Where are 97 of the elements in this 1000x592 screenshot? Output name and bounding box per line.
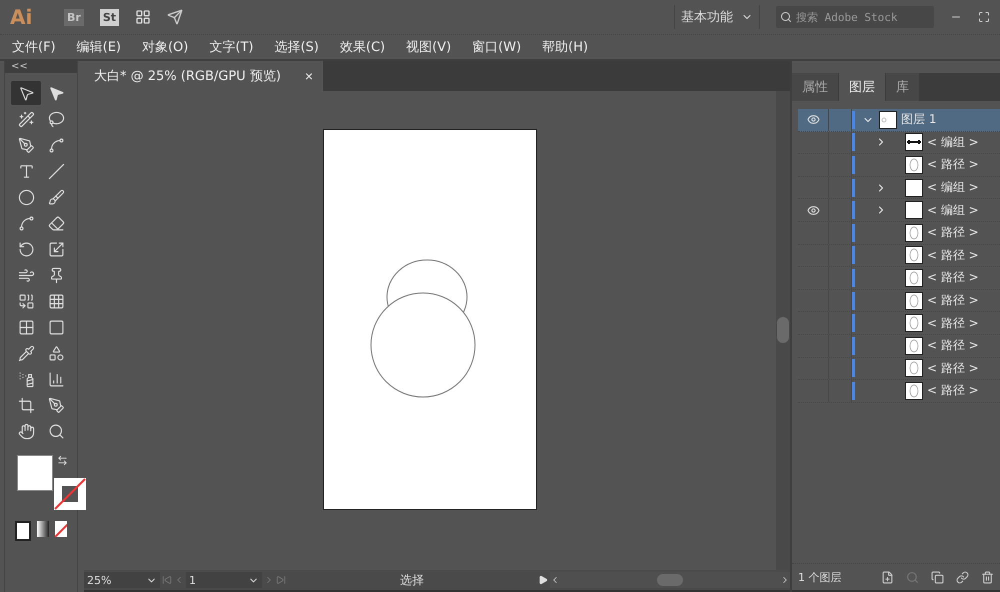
app-icon[interactable]: St (100, 8, 119, 26)
maximize-icon[interactable] (978, 11, 990, 23)
layer-thumbnail (905, 156, 923, 174)
collapse-button[interactable]: << (5, 61, 77, 73)
panel-tab[interactable]: 图层 (839, 73, 886, 101)
scrollbar-thumb[interactable] (777, 317, 789, 343)
spray-can-icon (18, 370, 34, 388)
swap-icon[interactable] (57, 455, 68, 466)
shapes-icon (48, 344, 64, 362)
layer-name[interactable]: < 路径 > (927, 224, 979, 242)
pointer-icon (48, 84, 64, 102)
link-icon[interactable] (956, 570, 969, 584)
close-button[interactable]: × (304, 68, 314, 84)
menu-item[interactable]: 窗口(W) (464, 38, 530, 56)
menu-item[interactable]: 视图(V) (398, 38, 460, 56)
shapes-icon (18, 292, 34, 310)
pen-icon (48, 396, 64, 414)
layout-icon[interactable] (135, 9, 151, 25)
scale-icon (48, 240, 64, 258)
curve-icon (18, 214, 34, 232)
zoom-field[interactable]: 25% (84, 572, 160, 588)
none-mode-icon[interactable] (55, 521, 67, 537)
pen-icon (18, 136, 34, 154)
eyedropper-icon (18, 344, 34, 362)
copy-icon[interactable] (931, 570, 944, 584)
artboard-field[interactable]: 1 (186, 572, 262, 588)
layer-thumbnail (905, 268, 923, 287)
workspace-dropdown[interactable]: 基本功能 (674, 5, 760, 29)
layer-name[interactable]: < 路径 > (927, 156, 979, 174)
eraser-icon (48, 214, 64, 232)
play-icon[interactable] (538, 575, 548, 585)
layer-name[interactable]: < 路径 > (927, 246, 979, 264)
line-icon (48, 162, 64, 180)
text-icon (18, 162, 34, 180)
layer-name[interactable]: < 路径 > (927, 382, 979, 400)
pen-curve-icon (48, 136, 64, 154)
tool-button[interactable] (11, 81, 41, 105)
current-tool-label: 选择 (399, 572, 425, 588)
layer-name[interactable]: < 路径 > (927, 269, 979, 286)
app-icon[interactable]: Br (64, 8, 84, 26)
document-tab[interactable]: 大白* @ 25% (RGB/GPU 预览) × (84, 61, 324, 91)
layer-thumbnail (905, 224, 923, 242)
layer-name[interactable]: < 路径 > (927, 314, 979, 332)
menu-item[interactable]: 帮助(H) (534, 38, 596, 56)
layer-thumbnail (905, 133, 923, 152)
panel-tab[interactable]: 属性 (792, 73, 839, 101)
document-title: 大白* @ 25% (RGB/GPU 预览) (94, 68, 281, 85)
wand-icon (18, 110, 34, 128)
panel-tab[interactable]: 库 (886, 73, 920, 101)
menu-item[interactable]: 文字(T) (201, 38, 262, 56)
color-mode-icon[interactable] (15, 521, 31, 541)
layer-thumbnail (905, 382, 923, 400)
grid-icon (48, 292, 64, 310)
layer-thumbnail (905, 359, 923, 378)
menu-item[interactable]: 效果(C) (332, 38, 394, 56)
hand-icon (18, 422, 34, 440)
zoom-icon (48, 422, 64, 440)
search-field[interactable]: 搜索 Adobe Stock (776, 6, 934, 28)
menu-item[interactable]: 文件(F) (4, 38, 64, 56)
square-icon (48, 318, 64, 336)
layer-thumbnail (905, 292, 923, 310)
eye-icon (806, 204, 820, 217)
trash-icon[interactable] (981, 570, 994, 584)
eye-icon (806, 113, 820, 126)
paper-plane-icon[interactable] (167, 9, 183, 25)
layer-thumbnail (879, 110, 897, 129)
layer-thumbnail (905, 336, 923, 355)
grid-icon (18, 318, 34, 336)
layer-name[interactable]: < 路径 > (927, 360, 979, 377)
layer-name[interactable]: < 路径 > (927, 292, 979, 310)
scrollbar-thumb[interactable] (657, 574, 683, 586)
layer-thumbnail (905, 246, 923, 264)
app-logo: Ai (10, 5, 34, 29)
pointer-icon (18, 84, 34, 102)
layer-thumbnail (905, 178, 923, 197)
fill-swatch[interactable] (17, 455, 53, 491)
stroke-swatch[interactable] (53, 477, 87, 511)
layer-name[interactable]: < 路径 > (927, 337, 979, 354)
crop-icon (18, 396, 34, 414)
brush-icon (48, 188, 64, 206)
search-icon (780, 11, 792, 23)
layer-name[interactable]: 图层 1 (901, 111, 936, 128)
wind-icon (18, 266, 34, 284)
layer-thumbnail (905, 201, 923, 220)
gradient-mode-icon[interactable] (37, 521, 49, 537)
layer-thumbnail (905, 314, 923, 332)
menu-item[interactable]: 对象(O) (134, 38, 196, 56)
ellipse-icon (18, 188, 34, 206)
menu-item[interactable]: 选择(S) (266, 38, 327, 56)
menu-item[interactable]: 编辑(E) (68, 38, 129, 56)
layer-name[interactable]: < 编组 > (927, 179, 979, 196)
layer-count: 1 个图层 (798, 570, 842, 584)
lasso-icon (48, 110, 64, 128)
rotate-icon (18, 240, 34, 258)
layer-name[interactable]: < 编组 > (927, 202, 979, 219)
layer-name[interactable]: < 编组 > (927, 134, 979, 151)
bar-chart-icon (48, 370, 64, 388)
